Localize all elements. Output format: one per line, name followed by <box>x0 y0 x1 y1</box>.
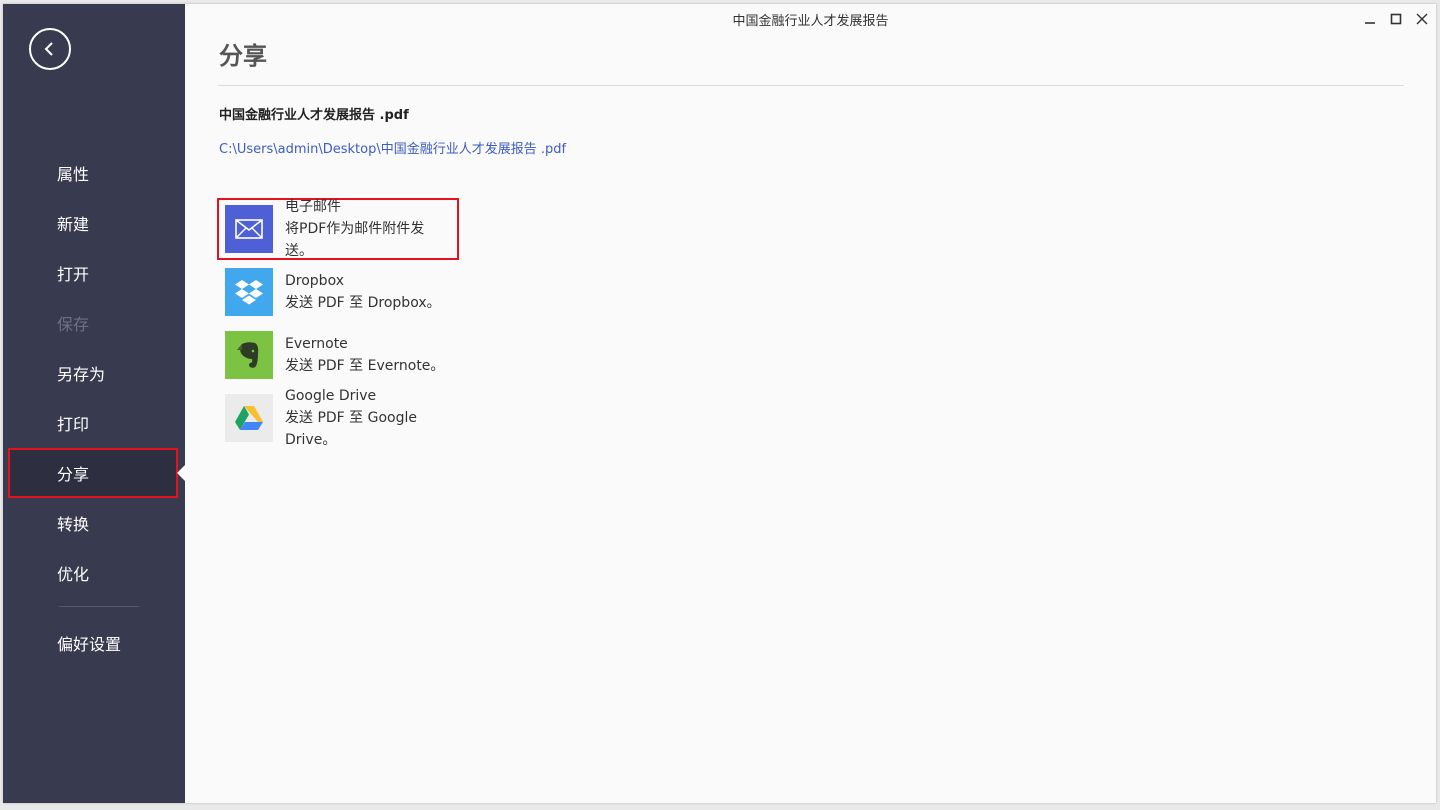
maximize-button[interactable] <box>1388 11 1404 27</box>
share-option-title: Evernote <box>285 336 348 352</box>
share-option-description: 将PDF作为邮件附件发送。 <box>285 221 425 259</box>
share-option-evernote[interactable]: Evernote 发送 PDF 至 Evernote。 <box>217 324 459 386</box>
header-divider <box>218 85 1404 86</box>
email-icon <box>225 205 273 253</box>
window-title: 中国金融行业人才发展报告 <box>732 14 889 29</box>
sidebar-item-optimize[interactable]: 优化 <box>9 549 177 597</box>
file-name: 中国金融行业人才发展报告 .pdf <box>219 108 409 123</box>
minimize-icon <box>1365 22 1375 24</box>
close-icon <box>1416 13 1428 25</box>
sidebar: 属性 新建 打开 保存 另存为 打印 分享 转换 优化 偏好设置 <box>3 4 185 803</box>
window-controls <box>1362 11 1430 27</box>
page-title: 分享 <box>219 42 267 70</box>
minimize-button[interactable] <box>1362 11 1378 27</box>
sidebar-item-print[interactable]: 打印 <box>9 399 177 447</box>
sidebar-item-save: 保存 <box>57 315 90 334</box>
share-option-title: Dropbox <box>285 273 344 289</box>
sidebar-item-share[interactable]: 分享 <box>8 448 178 498</box>
share-option-email[interactable]: 电子邮件 将PDF作为邮件附件发送。 <box>217 198 459 260</box>
share-option-description: 发送 PDF 至 Google Drive。 <box>285 410 417 448</box>
chevron-left-icon <box>44 42 53 56</box>
evernote-icon <box>225 331 273 379</box>
share-option-google-drive[interactable]: Google Drive 发送 PDF 至 Google Drive。 <box>217 387 459 449</box>
google-drive-icon <box>225 394 273 442</box>
file-path-link[interactable]: C:\Users\admin\Desktop\中国金融行业人才发展报告 .pdf <box>219 138 566 157</box>
dropbox-icon <box>225 268 273 316</box>
maximize-icon <box>1390 13 1402 25</box>
share-option-description: 发送 PDF 至 Dropbox。 <box>285 295 441 311</box>
sidebar-item-new[interactable]: 新建 <box>9 199 177 247</box>
share-option-description: 发送 PDF 至 Evernote。 <box>285 358 445 374</box>
share-option-dropbox[interactable]: Dropbox 发送 PDF 至 Dropbox。 <box>217 261 459 323</box>
sidebar-item-properties[interactable]: 属性 <box>9 149 177 197</box>
share-option-title: 电子邮件 <box>285 199 341 215</box>
sidebar-item-preferences[interactable]: 偏好设置 <box>9 619 177 667</box>
share-option-title: Google Drive <box>285 388 377 404</box>
sidebar-divider <box>59 606 139 607</box>
back-button[interactable] <box>29 28 71 70</box>
app-window: 属性 新建 打开 保存 另存为 打印 分享 转换 优化 偏好设置 中国金融行业人… <box>3 4 1436 803</box>
close-button[interactable] <box>1414 11 1430 27</box>
sidebar-item-open[interactable]: 打开 <box>9 249 177 297</box>
sidebar-item-convert[interactable]: 转换 <box>9 499 177 547</box>
active-indicator <box>177 465 185 481</box>
sidebar-item-save-as[interactable]: 另存为 <box>9 349 177 397</box>
